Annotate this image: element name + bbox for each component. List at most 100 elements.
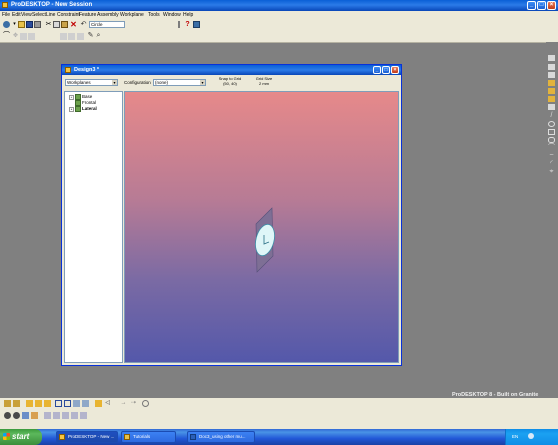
maximize-button[interactable]: □ xyxy=(537,1,546,10)
view-fit-icon[interactable] xyxy=(60,33,67,40)
workplanes-select[interactable]: Workplanes ▾ xyxy=(65,79,118,86)
extrude-icon[interactable] xyxy=(4,400,11,407)
view-side-icon[interactable] xyxy=(77,33,84,40)
fillet-tool-icon[interactable]: ◜ xyxy=(548,160,555,167)
rotate-icon[interactable] xyxy=(20,33,27,40)
configuration-select[interactable]: (none) ▾ xyxy=(153,79,206,86)
pattern-icon[interactable] xyxy=(64,400,71,407)
design-minimize-button[interactable]: _ xyxy=(373,66,381,74)
search-icon[interactable]: ⌕ xyxy=(95,32,102,40)
trim-tool-icon[interactable]: ⌖ xyxy=(548,168,555,175)
center-icon[interactable] xyxy=(142,400,149,407)
expand-icon[interactable]: + xyxy=(69,106,74,112)
configuration-label: Configuration xyxy=(124,80,151,85)
zoom-in-icon[interactable] xyxy=(73,400,80,407)
expand-icon[interactable]: + xyxy=(69,94,74,100)
network-icon[interactable] xyxy=(528,433,534,439)
arc-tool-icon[interactable]: ⌒ xyxy=(548,144,555,151)
select-component-icon[interactable] xyxy=(548,104,555,110)
task-tutorials[interactable]: Tutorials xyxy=(121,431,176,443)
chevron-down-icon[interactable]: ▾ xyxy=(112,80,117,85)
select-sketch-icon[interactable] xyxy=(548,96,555,102)
rectangle-tool-icon[interactable] xyxy=(548,129,555,135)
grid-size-button[interactable]: Grid Size 2 mm xyxy=(251,76,277,90)
pan-icon[interactable]: ✥ xyxy=(12,33,19,40)
constraint-icon[interactable] xyxy=(44,412,51,419)
loft-icon[interactable] xyxy=(35,400,42,407)
menu-line[interactable]: Line xyxy=(46,12,55,18)
select-arc-icon[interactable]: ⌒ xyxy=(3,32,10,40)
line-tool-icon[interactable]: / xyxy=(548,112,555,119)
zoom-out-icon[interactable] xyxy=(82,400,89,407)
measure-icon[interactable]: ◁ xyxy=(104,400,111,407)
workplane-icon xyxy=(75,106,81,112)
open-icon[interactable] xyxy=(18,21,25,28)
sketch-toolbar: / ⌒ ~ ◜ ⌖ xyxy=(546,42,558,398)
pencil-icon[interactable]: ✎ xyxy=(87,32,94,40)
dimension-icon[interactable] xyxy=(80,412,87,419)
grid-icon[interactable] xyxy=(71,412,78,419)
select-tool-icon[interactable] xyxy=(548,55,555,61)
component-icon[interactable] xyxy=(31,412,38,419)
view-front-icon[interactable] xyxy=(68,33,75,40)
menu-window[interactable]: Window xyxy=(163,12,181,18)
menu-assembly[interactable]: Assembly xyxy=(97,12,119,18)
prodesktop-icon xyxy=(59,434,65,440)
menu-file[interactable]: File xyxy=(2,12,10,18)
start-button[interactable]: start xyxy=(0,429,42,445)
copy-icon[interactable] xyxy=(53,21,60,28)
select-workplane-icon[interactable] xyxy=(548,88,555,94)
language-indicator[interactable]: EN xyxy=(512,434,518,439)
minimize-button[interactable]: _ xyxy=(527,1,536,10)
menu-help[interactable]: Help xyxy=(183,12,193,18)
design-close-button[interactable]: × xyxy=(391,66,399,74)
zoom-icon[interactable] xyxy=(28,33,35,40)
task-prodesktop[interactable]: ProDESKTOP - New ... xyxy=(56,431,118,443)
snap-to-grid-button[interactable]: Snap to Grid (50, 40) xyxy=(217,76,243,90)
save-icon[interactable] xyxy=(26,21,33,28)
ellipse-tool-icon[interactable] xyxy=(548,137,555,143)
chevron-down-icon[interactable]: ▾ xyxy=(200,80,205,85)
sweep-icon[interactable] xyxy=(26,400,33,407)
feature-toolbar: ◁ → ⇢ xyxy=(0,398,558,410)
close-button[interactable]: × xyxy=(547,1,556,10)
menu-workplane[interactable]: Workplane xyxy=(120,12,144,18)
tree-item-lateral[interactable]: + Lateral xyxy=(69,106,97,112)
color-icon[interactable] xyxy=(13,412,20,419)
select-feature-icon[interactable] xyxy=(548,80,555,86)
delete-icon[interactable]: ✕ xyxy=(70,21,77,29)
revolve-icon[interactable] xyxy=(13,400,20,407)
task-document[interactable]: Doc3_using other mu... xyxy=(187,431,255,443)
shell-icon[interactable] xyxy=(55,400,62,407)
cut-icon[interactable]: ✂ xyxy=(45,21,52,28)
print-icon[interactable] xyxy=(34,21,41,28)
circle-tool-icon[interactable] xyxy=(548,121,555,127)
menu-tools[interactable]: Tools xyxy=(148,12,160,18)
select-edge-icon[interactable] xyxy=(548,64,555,70)
dropdown-arrow-icon[interactable]: ▾ xyxy=(11,21,18,28)
arrow-line-icon[interactable]: ⇢ xyxy=(130,400,137,407)
3d-viewport[interactable] xyxy=(124,91,399,363)
menu-constraint[interactable]: Constraint xyxy=(57,12,80,18)
menu-view[interactable]: View xyxy=(21,12,32,18)
arrow-right-icon[interactable]: → xyxy=(120,400,127,407)
menu-select[interactable]: Select xyxy=(32,12,46,18)
view-toolbar: ⌒ ✥ ✎ ⌕ xyxy=(0,31,558,43)
texture-icon[interactable] xyxy=(22,412,29,419)
hole-icon[interactable] xyxy=(44,400,51,407)
undo-icon[interactable]: ↶ xyxy=(80,21,87,28)
render-icon[interactable] xyxy=(95,400,102,407)
design-maximize-button[interactable]: □ xyxy=(382,66,390,74)
new-icon[interactable] xyxy=(3,21,10,28)
menu-feature[interactable]: Feature xyxy=(79,12,96,18)
menu-edit[interactable]: Edit xyxy=(12,12,21,18)
help-question-icon[interactable]: ? xyxy=(184,21,191,28)
material-icon[interactable] xyxy=(4,412,11,419)
paste-icon[interactable] xyxy=(61,21,68,28)
line-style-select[interactable]: Circle xyxy=(89,21,125,28)
select-face-icon[interactable] xyxy=(548,72,555,78)
mate-icon[interactable] xyxy=(53,412,60,419)
align-icon[interactable] xyxy=(62,412,69,419)
curve-tool-icon[interactable]: ~ xyxy=(548,152,555,159)
whats-this-icon[interactable] xyxy=(193,21,200,28)
